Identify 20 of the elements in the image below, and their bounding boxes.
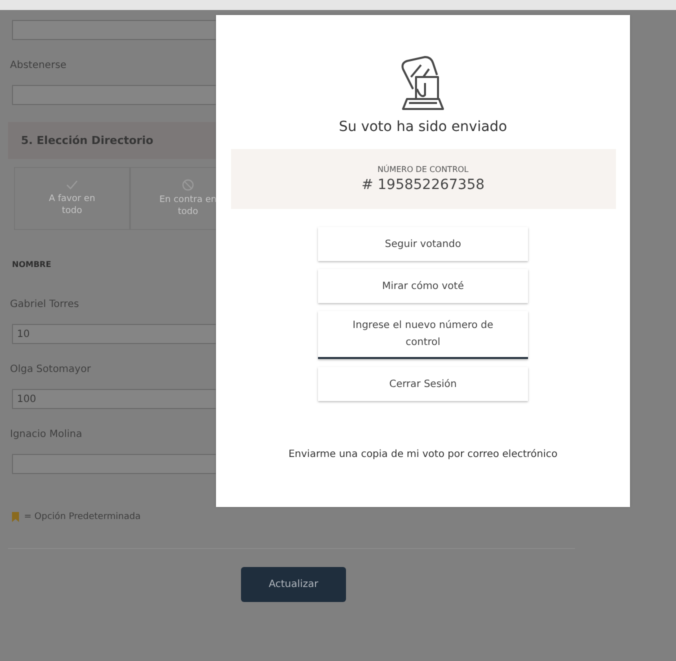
control-number-label: NÚMERO DE CONTROL	[377, 165, 469, 174]
field-label: Abstenerse	[10, 60, 66, 71]
ban-icon	[182, 178, 194, 191]
legend-text: = Opción Predeterminada	[24, 512, 141, 522]
bookmark-icon	[12, 512, 19, 522]
update-button[interactable]: Actualizar	[241, 567, 346, 602]
action-button[interactable]: Mirar cómo voté	[318, 269, 528, 303]
candidate-name: Ignacio Molina	[10, 429, 82, 440]
dialog-title: Su voto ha sido enviado	[338, 119, 508, 135]
ballot-box-icon	[399, 55, 447, 111]
action-button[interactable]: Seguir votando	[318, 227, 528, 261]
candidate-name: Olga Sotomayor	[10, 364, 91, 375]
control-number: # 195852267358	[361, 177, 485, 193]
column-heading: NOMBRE	[12, 260, 52, 269]
check-icon	[66, 180, 78, 190]
action-button[interactable]: Cerrar Sesión	[318, 367, 528, 401]
action-button[interactable]: Ingrese el nuevo número de control	[318, 311, 528, 359]
candidate-name: Gabriel Torres	[10, 299, 79, 310]
email-link[interactable]: Enviarme una copia de mi voto por correo electrónico	[288, 449, 558, 460]
section-title: 5. Elección Directorio	[21, 134, 154, 147]
